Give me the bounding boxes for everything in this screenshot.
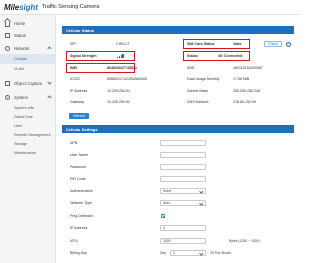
network-type-label: Network Type: [70, 201, 92, 205]
dns-address-value: 218.85.152.99: [233, 100, 256, 104]
chevron-down-icon: [47, 80, 52, 85]
sidebar-item-label: Status: [14, 32, 26, 38]
dns-address-label: DNS Address: [187, 100, 209, 104]
authentication-label: Authentication: [70, 189, 93, 193]
imsi-value: 460119154420087: [233, 66, 263, 70]
cellular-status-header: Cellular Status: [62, 26, 294, 34]
pin-code-label: PIN Code: [70, 177, 86, 181]
sidebar-item-label: System: [14, 94, 28, 100]
chevron-down-icon: [47, 46, 52, 51]
sidebar-item-maintenance[interactable]: Maintenance: [0, 148, 56, 158]
ip-address-label: IP Address: [70, 89, 88, 93]
signal-strength-label: Signal Strength: [70, 54, 97, 58]
gear-icon: [5, 94, 10, 100]
billing-day-select[interactable]: 1: [170, 250, 206, 256]
subnet-mask-label: Subnet Mask: [187, 89, 208, 93]
ip-address-value: 10.209.254.51: [107, 89, 130, 93]
billing-day-select-value: 1: [173, 251, 175, 255]
imsi-label: IMSI: [187, 66, 195, 70]
ip-address-input-value: 0: [163, 226, 165, 230]
sidebar-item-network[interactable]: Network: [0, 42, 56, 54]
sidebar-item-object-capture[interactable]: Object Capture: [0, 77, 56, 89]
home-icon: [5, 21, 10, 27]
status-label: Status: [187, 54, 198, 58]
ip-address-input[interactable]: 0: [160, 225, 206, 231]
data-usage-value: 17.58 MiB: [233, 77, 250, 81]
refresh-button[interactable]: Refresh: [69, 113, 89, 119]
isp-value: CHN-CT: [116, 42, 130, 46]
mtu-label: MTU: [70, 239, 78, 243]
user-name-label: User Name: [70, 153, 89, 157]
sidebar: Home Status Network Cellular VLAN Object…: [0, 15, 56, 263]
isp-label: ISP: [70, 42, 76, 46]
signal-bars-icon: [117, 54, 125, 58]
billing-day-label: Billing Day: [70, 251, 87, 255]
chevron-up-icon: [47, 95, 52, 100]
cellular-settings-header: Cellular Settings: [62, 125, 294, 133]
iccid-label: ICCID: [70, 77, 80, 81]
sim-card-status-value: Valid: [233, 42, 242, 46]
imei-value: 864694047745522: [107, 66, 137, 70]
gateway-value: 10.209.254.52: [107, 100, 130, 104]
ip-address-setting-label: IP Address: [70, 226, 88, 230]
ping-detection-checkbox[interactable]: [161, 214, 165, 218]
gateway-label: Gateway: [70, 100, 85, 104]
subnet-mask-value: 255.255.255.248: [233, 89, 260, 93]
brand: Milesight Traffic Sensing Camera: [4, 2, 99, 12]
milesight-logo: Milesight: [4, 2, 38, 12]
billing-day-prefix: Day: [160, 251, 167, 255]
sidebar-item-label: Object Capture: [14, 80, 43, 86]
product-title: Traffic Sensing Camera: [41, 4, 100, 10]
top-bar: Milesight Traffic Sensing Camera: [0, 0, 300, 15]
sidebar-item-vlan[interactable]: VLAN: [0, 64, 56, 74]
apn-label: APN: [70, 141, 78, 145]
network-icon: [5, 45, 10, 51]
sidebar-item-label: Network: [14, 45, 30, 51]
authentication-select-value: None: [163, 189, 172, 193]
sidebar-item-cellular[interactable]: Cellular: [0, 54, 56, 64]
sidebar-item-label: Home: [14, 20, 26, 26]
object-capture-icon: [5, 80, 10, 86]
ping-detection-label: Ping Detection: [70, 214, 94, 218]
mtu-input[interactable]: 1500: [160, 238, 206, 244]
imei-label: IMEI: [70, 66, 78, 70]
apn-input[interactable]: [160, 140, 206, 146]
password-label: Password: [70, 165, 86, 169]
sidebar-item-system[interactable]: System: [0, 91, 56, 103]
status-value: 4G Connected: [218, 54, 243, 58]
network-type-select-value: Auto: [163, 201, 170, 205]
mtu-hint: Bytes (1280 ~ 1500): [229, 239, 260, 243]
iccid-value: 89860317141054584450: [107, 77, 147, 81]
help-icon[interactable]: ?: [286, 41, 291, 47]
sim-card-status-label: SIM Card Status: [187, 42, 215, 46]
check-button[interactable]: Check: [264, 41, 282, 47]
authentication-select[interactable]: None: [160, 188, 206, 194]
mtu-input-value: 1500: [163, 239, 171, 243]
pin-code-input[interactable]: [160, 176, 206, 182]
password-input[interactable]: [160, 164, 206, 170]
status-icon: [5, 32, 10, 38]
sidebar-item-home[interactable]: Home: [0, 17, 56, 29]
data-usage-label: Data Usage Monthly: [187, 77, 220, 81]
sidebar-item-status[interactable]: Status: [0, 29, 56, 41]
network-type-select[interactable]: Auto: [160, 200, 206, 206]
user-name-input[interactable]: [160, 152, 206, 158]
billing-day-suffix: Of The Month: [210, 251, 231, 255]
